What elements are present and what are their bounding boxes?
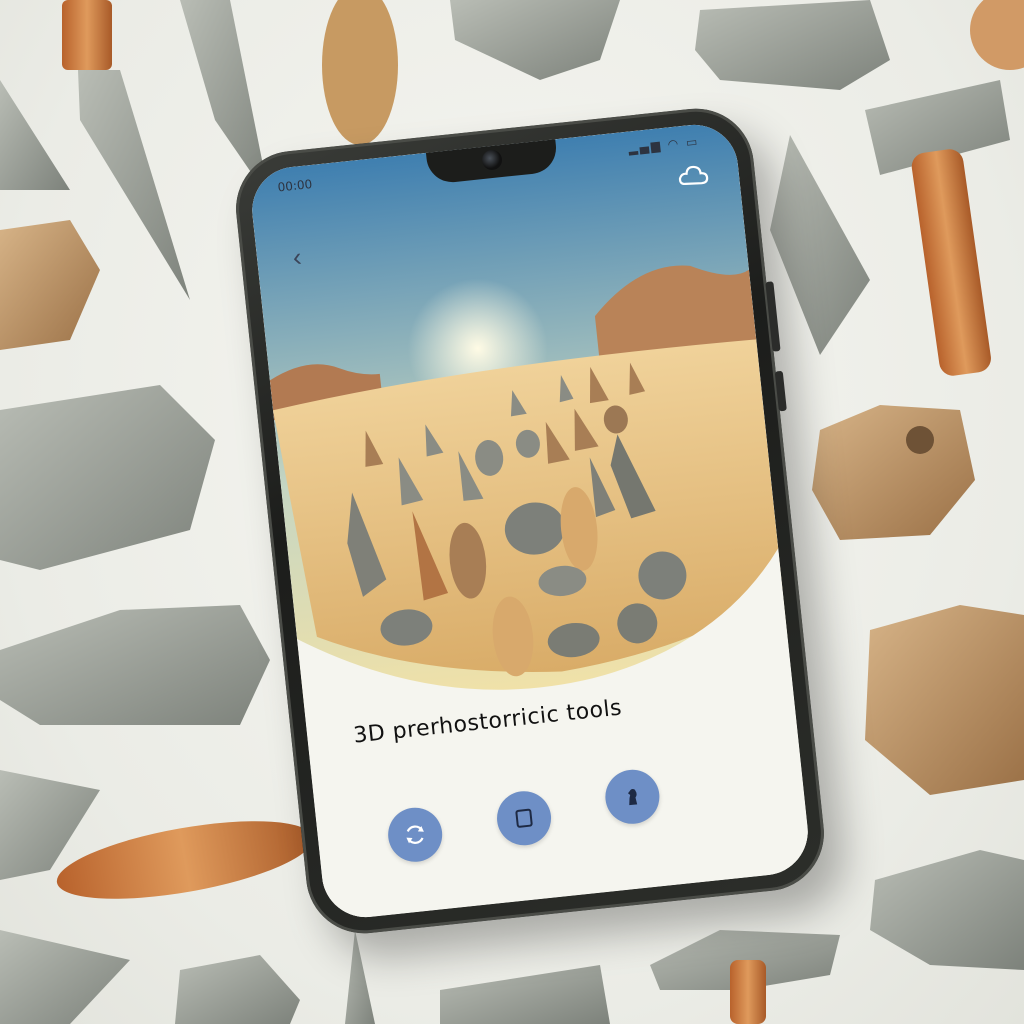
stone-slab — [440, 965, 610, 1024]
signal-icon: ▂▄▆ — [627, 138, 663, 156]
phone-screen: 00:00 ▂▄▆ ◠ ▭ ‹ 3D prerhostorricic tools — [247, 120, 813, 922]
hammer-handle — [730, 960, 766, 1024]
status-icons: ▂▄▆ ◠ ▭ — [628, 134, 700, 155]
stone-rock — [870, 850, 1024, 970]
stone-point — [770, 135, 870, 355]
rock-hole — [906, 426, 934, 454]
stone-blade — [0, 80, 70, 190]
hammer-handle — [911, 149, 991, 376]
wifi-icon: ◠ — [667, 136, 681, 152]
stone-rock — [175, 955, 300, 1024]
profile-button[interactable] — [675, 157, 712, 194]
status-time: 00:00 — [277, 176, 313, 195]
rotate-icon — [406, 825, 424, 844]
stone-blade — [0, 930, 130, 1024]
chevron-left-icon: ‹ — [291, 241, 303, 272]
stone-rock — [0, 385, 215, 570]
stone-block — [450, 0, 620, 80]
sandstone-rock — [865, 605, 1024, 795]
wood-club — [322, 0, 398, 145]
wooden-spindle — [56, 821, 314, 899]
front-camera — [481, 148, 504, 171]
smartphone: 00:00 ▂▄▆ ◠ ▭ ‹ 3D prerhostorricic tools — [230, 102, 830, 940]
cloud-icon — [678, 165, 709, 186]
back-button[interactable]: ‹ — [277, 237, 317, 277]
wood-handle — [62, 0, 112, 70]
square-icon — [515, 808, 533, 828]
stone-handaxe — [0, 605, 270, 725]
sandstone-rock — [812, 405, 975, 540]
stone-point — [345, 930, 375, 1024]
stone-core — [695, 0, 890, 90]
wood-club — [970, 0, 1024, 70]
chess-piece-icon — [627, 788, 638, 806]
battery-icon: ▭ — [685, 134, 700, 150]
sandstone-rock — [0, 220, 100, 350]
